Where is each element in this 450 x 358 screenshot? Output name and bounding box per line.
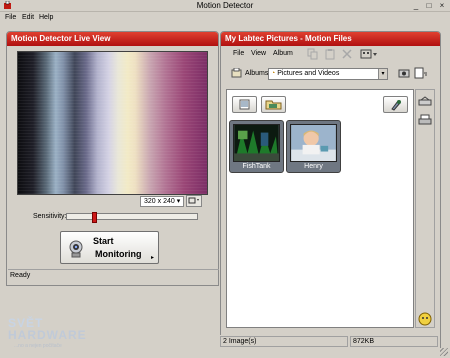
thumbnail-henry[interactable]: Henry [286,120,341,173]
start-arrow-icon: ▸ [150,255,154,261]
camera-settings-icon [188,197,199,204]
watermark-line3: ...no a nejen počítače [14,343,62,349]
minimize-button[interactable]: _ [411,1,421,10]
open-folder-icon [265,100,282,110]
webcam-icon [69,240,83,258]
albums-select[interactable]: ◔ Pictures and Videos ▾ [268,68,388,80]
maximize-button[interactable]: □ [424,1,434,10]
window-titlebar: Motion Detector _ □ × [0,0,450,12]
album-folder-icon: ◔ [271,70,276,77]
monitoring-label: Monitoring [95,249,142,259]
resolution-select[interactable]: 320 x 240 ▾ [140,196,184,207]
folder-icon [239,99,250,110]
album-selected: Pictures and Videos [277,70,340,77]
printer-icon[interactable] [418,114,432,126]
pictures-header: My Labtec Pictures - Motion Files [221,32,440,46]
menu-help[interactable]: Help [39,14,53,21]
live-status-bar: Ready [8,269,219,283]
thumbnail-name: FishTank [242,163,271,170]
sensitivity-slider-thumb[interactable] [92,212,97,223]
close-button[interactable]: × [437,1,447,10]
view-mode-icon[interactable] [360,48,378,60]
thumbnail-fishtank[interactable]: FishTank [229,120,284,173]
edit-tool-button[interactable] [383,96,408,113]
copy-icon[interactable] [307,48,319,60]
resize-grip[interactable] [440,348,448,356]
watermark-logo: SVĚT HARDWARE ...no a nejen počítače [6,316,90,352]
henry-image [290,124,337,162]
side-tool-strip [415,89,435,328]
start-monitoring-button[interactable]: Start Monitoring ▸ [60,231,159,264]
folder-button[interactable] [232,96,257,113]
chevron-down-icon: ▾ [378,69,387,79]
live-view-header: Motion Detector Live View [7,32,218,46]
pictures-menu-view[interactable]: View [251,50,266,57]
open-files-button[interactable] [261,96,286,113]
brush-icon [391,100,401,111]
camera-settings-button[interactable] [186,195,202,207]
sensitivity-slider[interactable] [66,212,198,223]
image-count: 2 Image(s) [220,336,348,347]
albums-label: Albums [245,70,269,77]
pictures-status-bar: 2 Image(s) 872KB [220,335,440,348]
paste-icon[interactable] [324,48,336,60]
sensitivity-label: Sensitivity: [33,213,67,220]
scanner-icon[interactable] [418,96,432,108]
delete-icon[interactable] [341,48,353,60]
thumbnail-name: Henry [304,163,323,170]
total-size: 872KB [350,336,438,347]
menu-edit[interactable]: Edit [22,14,34,21]
albums-icon [231,68,242,78]
live-video-feed [17,51,208,195]
window-title: Motion Detector [196,1,254,10]
pictures-menu-album[interactable]: Album [273,50,293,57]
pictures-menu-file[interactable]: File [233,50,244,57]
camera-icon[interactable] [398,67,410,80]
tips-icon[interactable] [418,312,432,326]
start-label: Start [93,236,114,246]
menu-file[interactable]: File [5,14,16,21]
export-icon[interactable] [414,67,428,80]
watermark-line2: HARDWARE [8,328,87,342]
fishtank-image [233,124,280,162]
menu-bar: File Edit Help [0,12,450,24]
